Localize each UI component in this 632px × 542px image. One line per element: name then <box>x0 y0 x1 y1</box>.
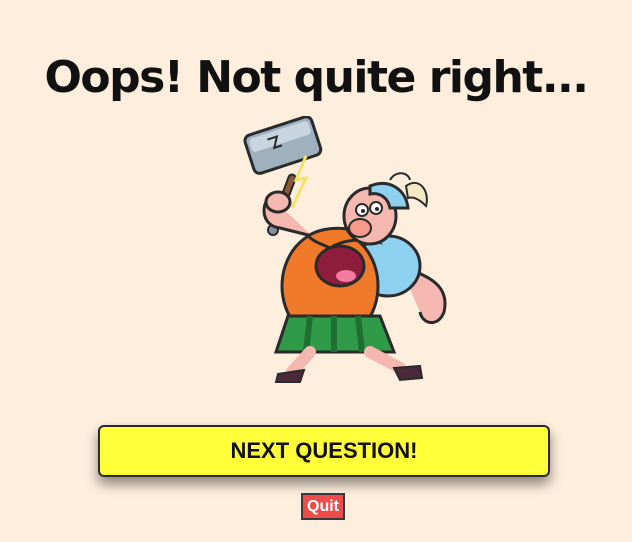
result-screen: Oops! Not quite right... NEXT QUESTION! … <box>0 0 632 542</box>
quit-button[interactable]: Quit <box>301 493 345 520</box>
result-title: Oops! Not quite right... <box>44 52 589 103</box>
viking-with-hammer-icon <box>243 116 447 383</box>
next-question-button[interactable]: NEXT QUESTION! <box>98 425 550 477</box>
